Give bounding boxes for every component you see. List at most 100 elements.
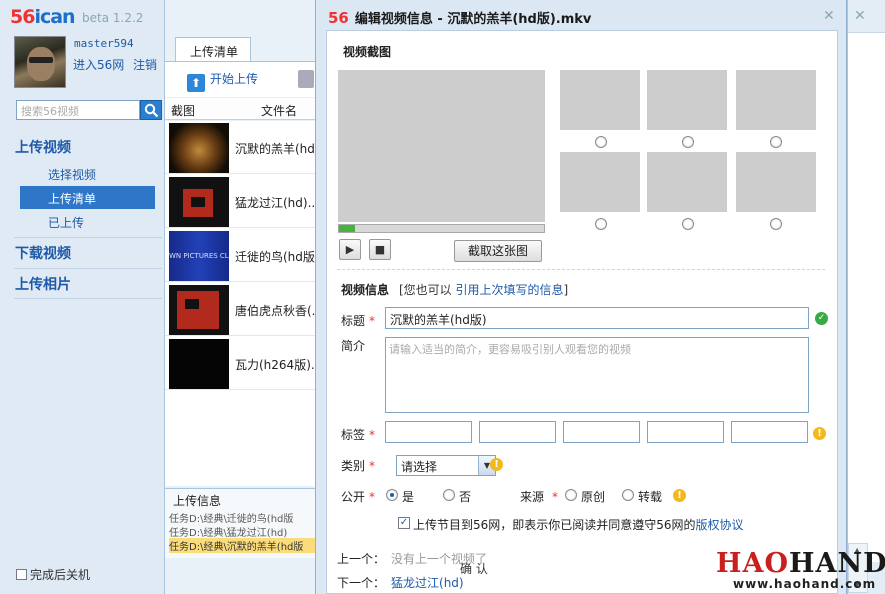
warning-icon: ! xyxy=(673,489,686,502)
logout-link[interactable]: 注销 xyxy=(133,56,157,73)
app-logo: 56ican xyxy=(10,6,76,28)
reuse-hint: [您也可以 引用上次填写的信息] xyxy=(399,281,568,298)
list-item[interactable]: 唐伯虎点秋香(... xyxy=(165,283,315,336)
list-item[interactable]: 瓦力(h264版)... xyxy=(165,337,315,390)
file-name: 瓦力(h264版)... xyxy=(235,358,315,372)
public-yes-label: 是 xyxy=(402,490,415,504)
search-input[interactable]: 搜索56视频 xyxy=(16,100,140,120)
list-item[interactable]: WN PICTURES CLASSI 迁徙的鸟(hd版... xyxy=(165,229,315,282)
play-button[interactable]: ▶ xyxy=(339,239,361,260)
watermark-url: www.haohand.com xyxy=(733,577,877,591)
copyright-agreement-link[interactable]: 版权协议 xyxy=(696,518,744,532)
info-line-current: 任务D:\经典\沉默的羔羊(hd版 xyxy=(169,538,315,553)
intro-textarea[interactable]: 请输入适当的简介，更容易吸引别人观看您的视频 xyxy=(385,337,809,413)
screenshot-radio[interactable] xyxy=(682,136,694,148)
category-select[interactable]: 请选择 ▼ xyxy=(396,455,496,476)
title-input[interactable]: 沉默的羔羊(hd版) xyxy=(385,307,809,329)
source-original-label: 原创 xyxy=(581,490,606,504)
screenshot-thumb[interactable] xyxy=(647,152,727,212)
avatar[interactable] xyxy=(14,36,66,88)
tag-input[interactable] xyxy=(647,421,724,443)
list-item[interactable]: 猛龙过江(hd)... xyxy=(165,175,315,228)
shutdown-checkbox[interactable] xyxy=(16,569,27,580)
category-value: 请选择 xyxy=(401,460,438,474)
sidebar: 56ican beta 1.2.2 master594 进入56网 注销 搜索5… xyxy=(0,0,165,594)
upload-arrow-icon: ⬆ xyxy=(187,74,205,92)
confirm-button[interactable]: 确 认 xyxy=(460,560,488,577)
next-video: 下一个： 猛龙过江(hd) xyxy=(337,574,464,591)
file-name: 迁徙的鸟(hd版... xyxy=(235,250,315,264)
section-divider xyxy=(337,269,825,270)
search-button[interactable] xyxy=(140,100,162,120)
pause-button[interactable] xyxy=(298,70,314,88)
hint-prefix: [您也可以 xyxy=(399,283,456,297)
sidebar-item-uploaded[interactable]: 已上传 xyxy=(20,210,155,233)
tag-input[interactable] xyxy=(731,421,808,443)
video-thumbnail xyxy=(169,177,229,227)
warning-icon: ! xyxy=(490,458,503,471)
divider xyxy=(14,298,162,299)
video-thumbnail: WN PICTURES CLASSI xyxy=(169,231,229,281)
file-name: 猛龙过江(hd)... xyxy=(235,196,315,210)
list-header: 截图 文件名 xyxy=(165,98,315,120)
tab-upload-list[interactable]: 上传清单 xyxy=(175,37,251,61)
info-section-title: 视频信息 xyxy=(341,283,390,297)
screenshot-radio[interactable] xyxy=(770,136,782,148)
screenshot-thumb[interactable] xyxy=(736,70,816,130)
screenshot-radio[interactable] xyxy=(595,136,607,148)
nav-upload-photo[interactable]: 上传相片 xyxy=(15,274,71,294)
dialog-body: 视频截图 ▶ ■ 截取这张图 视频信息 [您也可以 引用上次填写的信息] 标题 *… xyxy=(326,30,838,594)
search-icon xyxy=(144,103,159,118)
stop-button[interactable]: ■ xyxy=(369,239,391,260)
warning-icon: ! xyxy=(813,427,826,440)
screenshot-thumb[interactable] xyxy=(560,152,640,212)
stop-icon: ■ xyxy=(374,243,386,256)
next-video-link[interactable]: 猛龙过江(hd) xyxy=(391,576,464,590)
screenshot-radio[interactable] xyxy=(595,218,607,230)
reuse-info-link[interactable]: 引用上次填写的信息 xyxy=(456,283,564,297)
screenshot-thumb[interactable] xyxy=(647,70,727,130)
agree-checkbox[interactable]: ✓ xyxy=(398,517,410,529)
agree-label: 上传节目到56网，即表示你已阅读并同意遵守56网的 xyxy=(413,518,696,532)
source-label: 来源 * xyxy=(520,490,559,504)
close-icon[interactable]: ✕ xyxy=(854,8,866,24)
avatar-glasses xyxy=(29,57,53,63)
dialog-title-text: 编辑视频信息 - 沉默的羔羊(hd版).mkv xyxy=(354,12,592,27)
source-original-radio[interactable] xyxy=(565,489,577,501)
divider xyxy=(14,237,162,238)
tag-input[interactable] xyxy=(385,421,472,443)
video-thumbnail xyxy=(169,123,229,173)
col-thumb: 截图 xyxy=(171,104,196,118)
next-label: 下一个： xyxy=(337,576,386,590)
public-no-radio[interactable] xyxy=(443,489,455,501)
source-repost-radio[interactable] xyxy=(622,489,634,501)
info-line: 任务D:\经典\猛龙过江(hd) xyxy=(169,528,288,539)
list-item[interactable]: 沉默的羔羊(hd版).mkv xyxy=(165,121,315,174)
screenshot-thumb[interactable] xyxy=(736,152,816,212)
shutdown-option[interactable]: 完成后关机 xyxy=(16,566,90,583)
play-icon: ▶ xyxy=(345,243,355,256)
capture-button[interactable]: 截取这张图 xyxy=(454,240,542,262)
nav-download-video[interactable]: 下载视频 xyxy=(15,243,71,263)
screenshot-radio[interactable] xyxy=(682,218,694,230)
file-name: 沉默的羔羊(hd版).mkv xyxy=(235,142,315,156)
tags-label: 标签 * xyxy=(341,428,376,442)
public-yes-radio[interactable] xyxy=(386,489,398,501)
screenshot-thumb[interactable] xyxy=(560,70,640,130)
start-upload-button[interactable]: ⬆ 开始上传 xyxy=(187,70,258,92)
tag-input[interactable] xyxy=(479,421,556,443)
upload-list: 沉默的羔羊(hd版).mkv 猛龙过江(hd)... WN PICTURES C… xyxy=(165,121,315,486)
video-progress[interactable] xyxy=(338,224,545,233)
public-no-label: 否 xyxy=(459,490,472,504)
screenshot-radio[interactable] xyxy=(770,218,782,230)
screenshot-section-title: 视频截图 xyxy=(343,45,392,59)
tag-input[interactable] xyxy=(563,421,640,443)
sidebar-item-upload-list[interactable]: 上传清单 xyxy=(20,186,155,209)
source-repost-label: 转载 xyxy=(638,490,663,504)
close-icon[interactable]: ✕ xyxy=(823,8,835,24)
prev-label: 上一个： xyxy=(337,552,386,566)
sidebar-item-select-video[interactable]: 选择视频 xyxy=(20,162,155,185)
enter-56-link[interactable]: 进入56网 xyxy=(73,56,124,73)
nav-upload-video[interactable]: 上传视频 xyxy=(15,137,71,157)
category-label: 类别 * xyxy=(341,459,376,473)
